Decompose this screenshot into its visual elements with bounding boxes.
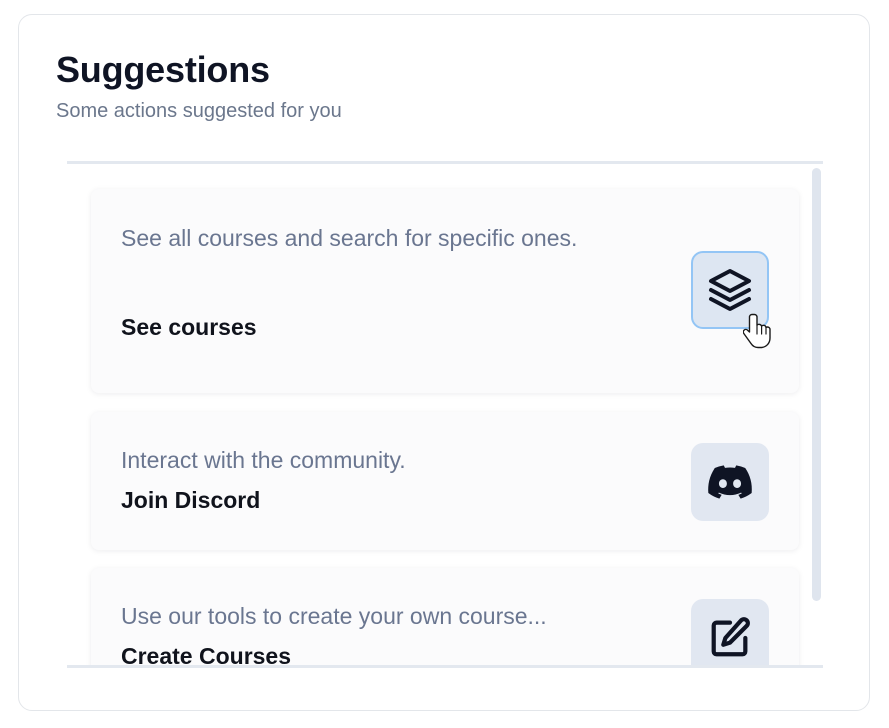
scrollbar[interactable]	[812, 168, 821, 601]
page-subtitle: Some actions suggested for you	[56, 100, 342, 122]
suggestion-description: Use our tools to create your own course.…	[121, 603, 547, 629]
create-courses-button[interactable]	[691, 599, 769, 665]
suggestion-card-discord[interactable]: Interact with the community. Join Discor…	[91, 412, 799, 550]
suggestion-description: See all courses and search for specific …	[121, 225, 578, 251]
layers-icon	[709, 269, 751, 311]
discord-icon	[708, 465, 752, 499]
see-courses-link[interactable]: See courses	[121, 312, 257, 342]
suggestion-description: Interact with the community.	[121, 447, 406, 473]
pointer-cursor-icon	[743, 313, 771, 349]
suggestions-panel: Suggestions Some actions suggested for y…	[18, 14, 870, 711]
join-discord-link[interactable]: Join Discord	[121, 485, 260, 515]
suggestions-list[interactable]: See all courses and search for specific …	[67, 161, 823, 668]
join-discord-button[interactable]	[691, 443, 769, 521]
edit-icon	[711, 617, 750, 657]
create-courses-link[interactable]: Create Courses	[121, 641, 291, 665]
page-title: Suggestions	[56, 49, 270, 90]
suggestion-card-courses[interactable]: See all courses and search for specific …	[91, 189, 799, 393]
suggestion-card-create[interactable]: Use our tools to create your own course.…	[91, 568, 799, 665]
